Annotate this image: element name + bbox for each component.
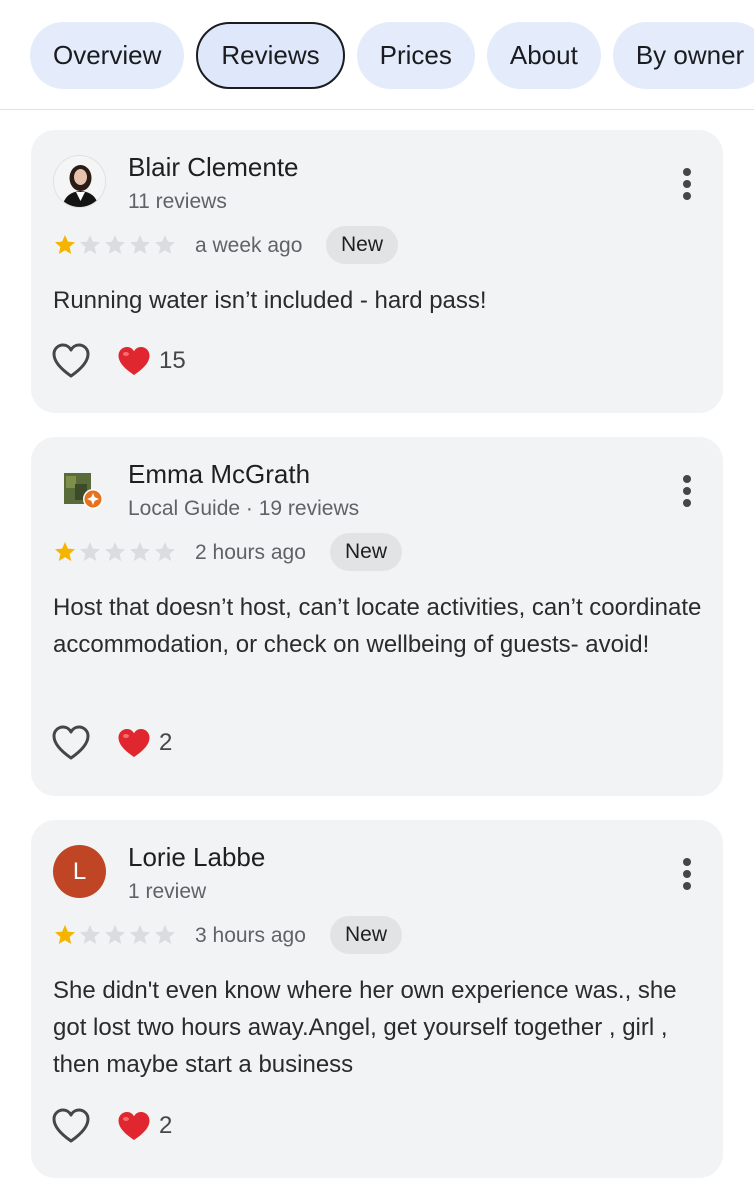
tab-overview[interactable]: Overview — [30, 22, 185, 89]
review-text: She didn't even know where her own exper… — [53, 977, 677, 1078]
reaction-count: 15 — [159, 347, 186, 374]
avatar[interactable] — [53, 155, 106, 208]
star-filled-icon — [55, 925, 75, 944]
red-heart-icon[interactable] — [117, 727, 151, 759]
tab-bar: Overview Reviews Prices About By owner — [0, 0, 754, 110]
new-badge: New — [330, 916, 403, 954]
reaction-count: 2 — [159, 1112, 173, 1139]
star-empty-icon — [155, 235, 175, 254]
review-actions: 15 — [51, 342, 186, 380]
red-heart-icon[interactable] — [117, 1110, 151, 1142]
avatar-photo-icon — [64, 473, 103, 509]
heart-outline-icon[interactable] — [51, 724, 91, 762]
star-empty-icon — [80, 542, 100, 561]
tab-prices[interactable]: Prices — [356, 22, 475, 89]
tab-by-owner[interactable]: By owner — [612, 22, 754, 89]
star-empty-icon — [105, 925, 125, 944]
review-actions: 2 — [51, 1107, 172, 1145]
new-badge: New — [330, 533, 403, 571]
heart-outline-icon[interactable] — [51, 342, 91, 380]
heart-outline-icon[interactable] — [51, 1107, 91, 1145]
review-card: Blair Clemente 11 reviews a week ago New… — [31, 130, 723, 413]
tabs-row: Overview Reviews Prices About By owner — [30, 22, 754, 89]
more-options-icon[interactable] — [681, 475, 693, 509]
avatar-photo-icon — [54, 156, 105, 207]
star-empty-icon — [80, 235, 100, 254]
tab-reviews[interactable]: Reviews — [196, 22, 345, 89]
review-card: Emma McGrath Local Guide · 19 reviews 2 … — [31, 437, 723, 796]
more-options-icon[interactable] — [681, 168, 693, 202]
reviewer-meta: Local Guide · 19 reviews — [128, 497, 360, 520]
avatar[interactable] — [53, 462, 106, 515]
star-rating — [53, 923, 177, 947]
reviewer-name[interactable]: Blair Clemente — [128, 152, 299, 183]
star-empty-icon — [80, 925, 100, 944]
avatar[interactable]: L — [53, 845, 106, 898]
red-heart-icon[interactable] — [117, 345, 151, 377]
review-actions: 2 — [51, 724, 172, 762]
review-text: Running water isn’t included - hard pass… — [53, 287, 487, 314]
reaction-count: 2 — [159, 729, 173, 756]
reviewer-meta: 11 reviews — [128, 190, 227, 213]
star-empty-icon — [155, 542, 175, 561]
reviewer-meta: 1 review — [128, 880, 207, 903]
star-rating — [53, 233, 177, 257]
star-empty-icon — [130, 235, 150, 254]
review-card: L Lorie Labbe 1 review 3 hours ago New S… — [31, 820, 723, 1178]
tab-about[interactable]: About — [486, 22, 601, 89]
star-empty-icon — [130, 542, 150, 561]
star-filled-icon — [55, 235, 75, 254]
star-empty-icon — [105, 542, 125, 561]
review-time: 3 hours ago — [195, 924, 306, 947]
review-time: a week ago — [195, 234, 303, 257]
star-empty-icon — [130, 925, 150, 944]
reviewer-name[interactable]: Lorie Labbe — [128, 842, 265, 873]
star-filled-icon — [55, 542, 75, 561]
review-text: Host that doesn’t host, can’t locate act… — [53, 594, 702, 658]
more-options-icon[interactable] — [681, 858, 693, 892]
new-badge: New — [326, 226, 399, 264]
review-time: 2 hours ago — [195, 541, 306, 564]
star-empty-icon — [155, 925, 175, 944]
star-empty-icon — [105, 235, 125, 254]
reviewer-name[interactable]: Emma McGrath — [128, 459, 310, 490]
star-rating — [53, 540, 177, 564]
